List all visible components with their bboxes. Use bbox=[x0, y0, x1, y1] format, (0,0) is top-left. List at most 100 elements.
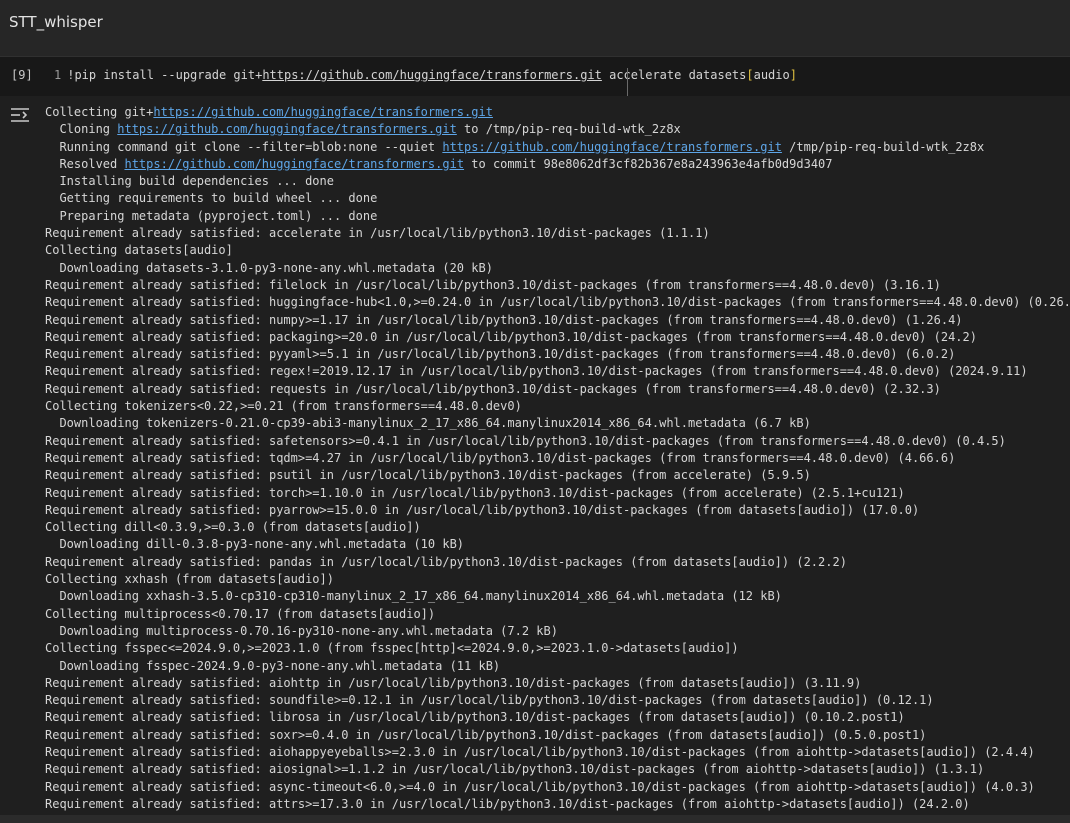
output-line: Requirement already satisfied: torch>=1.… bbox=[45, 485, 1070, 502]
output-text-segment: Requirement already satisfied: soundfile… bbox=[45, 693, 934, 708]
output-line: Downloading datasets-3.1.0-py3-none-any.… bbox=[45, 260, 1070, 277]
output-text-segment: Requirement already satisfied: tqdm>=4.2… bbox=[45, 450, 956, 465]
code-prefix: !pip install --upgrade git+ bbox=[67, 68, 263, 82]
horizontal-scrollbar[interactable] bbox=[0, 815, 1070, 823]
output-text: Collecting git+https://github.com/huggin… bbox=[45, 104, 1070, 813]
output-text-segment: Collecting multiprocess<0.70.17 (from da… bbox=[45, 606, 436, 621]
output-line: Cloning https://github.com/huggingface/t… bbox=[45, 121, 1070, 138]
code-bracket-close: ] bbox=[789, 68, 797, 82]
code-line[interactable]: 1 !pip install --upgrade git+https://gith… bbox=[54, 68, 797, 82]
output-text-segment: Requirement already satisfied: numpy>=1.… bbox=[45, 312, 963, 327]
output-text-segment: Collecting tokenizers<0.22,>=0.21 (from … bbox=[45, 399, 522, 414]
output-link[interactable]: https://github.com/huggingface/transform… bbox=[153, 105, 493, 119]
output-toggle-icon[interactable] bbox=[9, 106, 33, 124]
output-line: Requirement already satisfied: aiohttp i… bbox=[45, 675, 1070, 692]
output-text-segment: Requirement already satisfied: accelerat… bbox=[45, 226, 710, 241]
output-line: Requirement already satisfied: soxr>=0.4… bbox=[45, 727, 1070, 744]
execution-count: [9] bbox=[11, 68, 33, 82]
output-line: Downloading tokenizers-0.21.0-cp39-abi3-… bbox=[45, 415, 1070, 432]
output-text-segment: Resolved bbox=[45, 156, 125, 171]
output-line: Requirement already satisfied: aiosignal… bbox=[45, 761, 1070, 778]
notebook-header: STT_whisper bbox=[0, 0, 1070, 57]
output-link[interactable]: https://github.com/huggingface/transform… bbox=[442, 140, 782, 154]
output-text-segment: Requirement already satisfied: filelock … bbox=[45, 277, 941, 292]
output-text-segment: Collecting fsspec<=2024.9.0,>=2023.1.0 (… bbox=[45, 641, 739, 656]
output-text-segment: Requirement already satisfied: soxr>=0.4… bbox=[45, 727, 927, 742]
code-url[interactable]: https://github.com/huggingface/transform… bbox=[262, 68, 602, 82]
output-line: Requirement already satisfied: async-tim… bbox=[45, 779, 1070, 796]
output-text-segment: Requirement already satisfied: aiohappye… bbox=[45, 744, 1035, 759]
output-text-segment: Requirement already satisfied: aiosignal… bbox=[45, 762, 985, 777]
output-line: Collecting git+https://github.com/huggin… bbox=[45, 104, 1070, 121]
output-text-segment: Downloading tokenizers-0.21.0-cp39-abi3-… bbox=[45, 416, 811, 431]
cell-output: Collecting git+https://github.com/huggin… bbox=[0, 97, 1070, 823]
output-line: Installing build dependencies ... done bbox=[45, 173, 1070, 190]
output-line: Collecting dill<0.3.9,>=0.3.0 (from data… bbox=[45, 519, 1070, 536]
output-text-segment: Requirement already satisfied: torch>=1.… bbox=[45, 485, 905, 500]
output-line: Requirement already satisfied: pandas in… bbox=[45, 554, 1070, 571]
output-line: Requirement already satisfied: numpy>=1.… bbox=[45, 312, 1070, 329]
line-number: 1 bbox=[54, 68, 62, 82]
output-text-segment: Requirement already satisfied: regex!=20… bbox=[45, 364, 1028, 379]
output-line: Downloading xxhash-3.5.0-cp310-cp310-man… bbox=[45, 588, 1070, 605]
code-cell[interactable]: [9] 1 !pip install --upgrade git+https://… bbox=[0, 57, 1070, 96]
output-text-segment: Collecting datasets[audio] bbox=[45, 243, 233, 258]
output-line: Requirement already satisfied: regex!=20… bbox=[45, 363, 1070, 380]
code-bracket-open: [ bbox=[746, 68, 754, 82]
output-text-segment: Requirement already satisfied: librosa i… bbox=[45, 710, 905, 725]
output-text-segment: Running command git clone --filter=blob:… bbox=[45, 139, 443, 154]
output-line: Preparing metadata (pyproject.toml) ... … bbox=[45, 208, 1070, 225]
output-text-segment: to commit 98e8062df3cf82b367e8a243963e4a… bbox=[464, 156, 833, 171]
output-text-segment: Requirement already satisfied: huggingfa… bbox=[45, 295, 1070, 310]
output-text-segment: Requirement already satisfied: pyyaml>=5… bbox=[45, 347, 956, 362]
output-text-segment: Downloading fsspec-2024.9.0-py3-none-any… bbox=[45, 658, 501, 673]
text-cursor bbox=[627, 68, 628, 96]
output-text-segment: Downloading datasets-3.1.0-py3-none-any.… bbox=[45, 260, 493, 275]
output-line: Requirement already satisfied: librosa i… bbox=[45, 709, 1070, 726]
output-text-segment: /tmp/pip-req-build-wtk_2z8x bbox=[781, 139, 985, 154]
output-text-segment: Requirement already satisfied: requests … bbox=[45, 381, 941, 396]
output-line: Requirement already satisfied: accelerat… bbox=[45, 225, 1070, 242]
output-text-segment: Requirement already satisfied: attrs>=17… bbox=[45, 796, 970, 811]
output-text-segment: to /tmp/pip-req-build-wtk_2z8x bbox=[456, 122, 681, 137]
output-text-segment: Downloading xxhash-3.5.0-cp310-cp310-man… bbox=[45, 589, 782, 604]
notebook-title[interactable]: STT_whisper bbox=[9, 13, 103, 31]
output-line: Resolved https://github.com/huggingface/… bbox=[45, 156, 1070, 173]
output-text-segment: Downloading dill-0.3.8-py3-none-any.whl.… bbox=[45, 537, 465, 552]
output-line: Requirement already satisfied: requests … bbox=[45, 381, 1070, 398]
output-line: Collecting datasets[audio] bbox=[45, 242, 1070, 259]
output-line: Collecting xxhash (from datasets[audio]) bbox=[45, 571, 1070, 588]
output-text-segment: Preparing metadata (pyproject.toml) ... … bbox=[45, 208, 378, 223]
output-line: Downloading dill-0.3.8-py3-none-any.whl.… bbox=[45, 536, 1070, 553]
output-line: Requirement already satisfied: filelock … bbox=[45, 277, 1070, 294]
output-line: Downloading multiprocess-0.70.16-py310-n… bbox=[45, 623, 1070, 640]
output-text-segment: Collecting dill<0.3.9,>=0.3.0 (from data… bbox=[45, 520, 421, 535]
output-line: Requirement already satisfied: soundfile… bbox=[45, 692, 1070, 709]
output-line: Requirement already satisfied: aiohappye… bbox=[45, 744, 1070, 761]
output-line: Getting requirements to build wheel ... … bbox=[45, 190, 1070, 207]
output-line: Requirement already satisfied: pyyaml>=5… bbox=[45, 346, 1070, 363]
output-line: Downloading fsspec-2024.9.0-py3-none-any… bbox=[45, 658, 1070, 675]
output-text-segment: Requirement already satisfied: pyarrow>=… bbox=[45, 502, 920, 517]
output-text-segment: Requirement already satisfied: pandas in… bbox=[45, 554, 847, 569]
output-line: Requirement already satisfied: packaging… bbox=[45, 329, 1070, 346]
output-text-segment: Requirement already satisfied: packaging… bbox=[45, 329, 977, 344]
output-text-segment: Collecting git+ bbox=[45, 105, 154, 119]
code-middle: accelerate datasets bbox=[601, 68, 747, 82]
output-text-segment: Cloning bbox=[45, 122, 118, 137]
output-link[interactable]: https://github.com/huggingface/transform… bbox=[117, 122, 457, 136]
output-line: Requirement already satisfied: attrs>=17… bbox=[45, 796, 1070, 813]
output-text-segment: Requirement already satisfied: async-tim… bbox=[45, 779, 1035, 794]
output-line: Requirement already satisfied: tqdm>=4.2… bbox=[45, 450, 1070, 467]
output-line: Requirement already satisfied: safetenso… bbox=[45, 433, 1070, 450]
output-line: Collecting tokenizers<0.22,>=0.21 (from … bbox=[45, 398, 1070, 415]
output-line: Requirement already satisfied: huggingfa… bbox=[45, 294, 1070, 311]
output-line: Running command git clone --filter=blob:… bbox=[45, 139, 1070, 156]
output-line: Collecting multiprocess<0.70.17 (from da… bbox=[45, 606, 1070, 623]
output-link[interactable]: https://github.com/huggingface/transform… bbox=[124, 157, 464, 171]
output-text-segment: Downloading multiprocess-0.70.16-py310-n… bbox=[45, 623, 558, 638]
output-line: Requirement already satisfied: pyarrow>=… bbox=[45, 502, 1070, 519]
output-text-segment: Requirement already satisfied: safetenso… bbox=[45, 433, 1006, 448]
output-text-segment: Collecting xxhash (from datasets[audio]) bbox=[45, 572, 334, 587]
output-text-segment: Requirement already satisfied: aiohttp i… bbox=[45, 675, 862, 690]
